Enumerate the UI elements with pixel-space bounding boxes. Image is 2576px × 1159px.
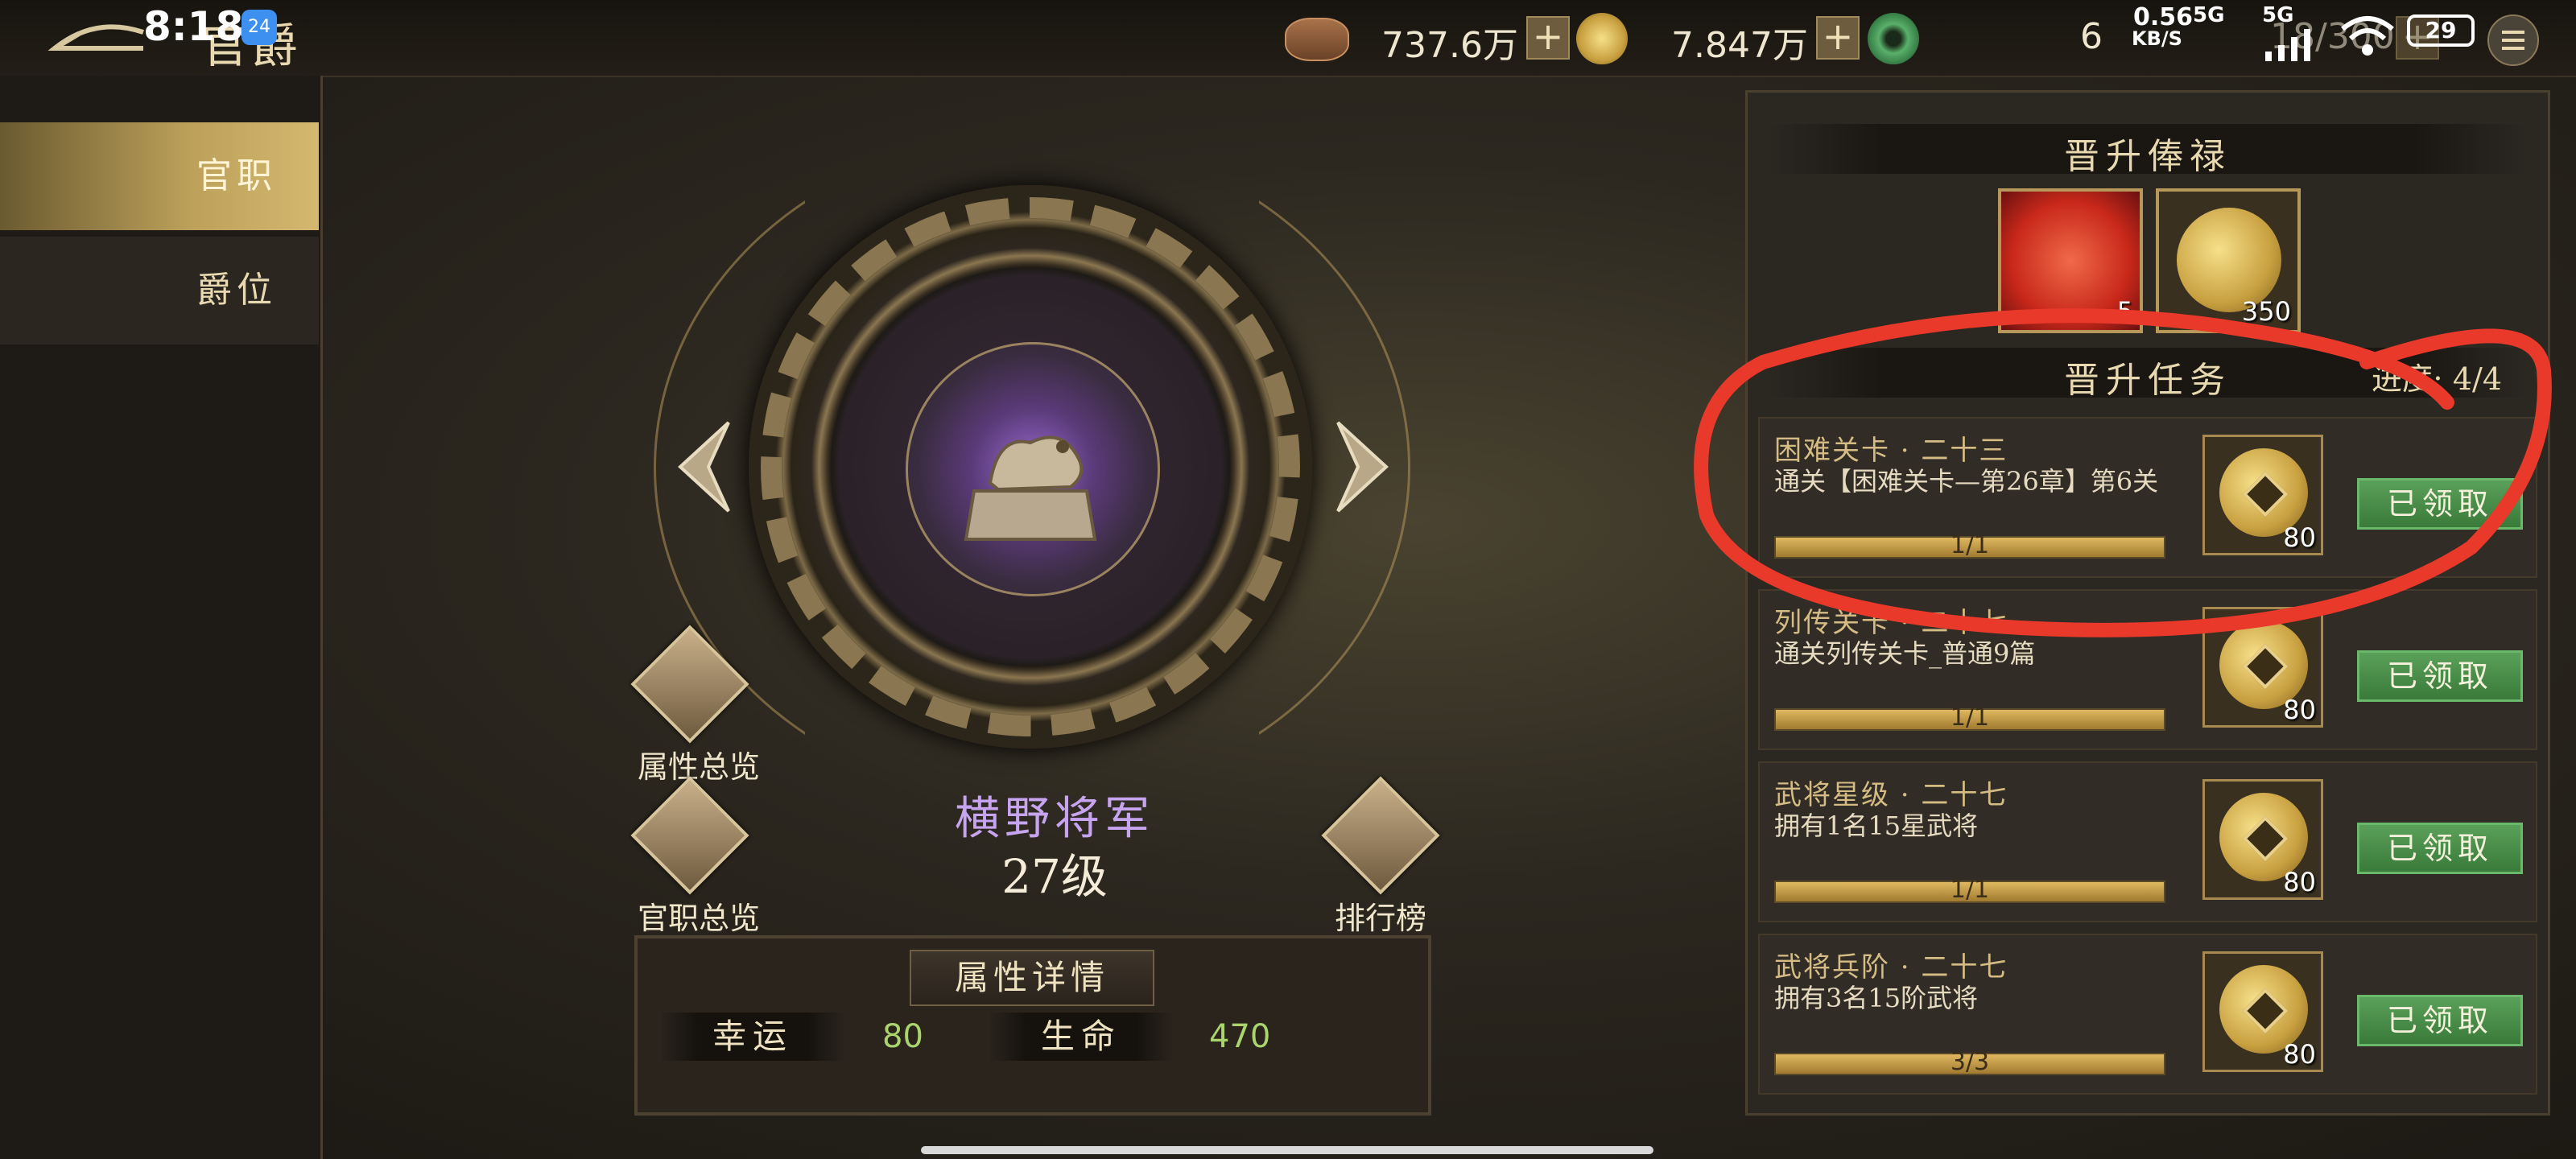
task-reward-slot[interactable]: 80 <box>2202 951 2323 1072</box>
rank-overview-label: 官职总览 <box>638 901 761 936</box>
sidebar: 官职 爵位 <box>0 76 323 1159</box>
salary-title: 晋升俸禄 <box>2064 136 2231 177</box>
task-progress-text: 1/1 <box>1950 876 1990 904</box>
prev-rank-arrow[interactable] <box>672 419 737 515</box>
jade-icon <box>1868 13 1919 64</box>
attribute-overview-button[interactable]: 属性总览 <box>630 625 760 786</box>
task-progress-text: 1/1 <box>1950 703 1990 732</box>
battery-level: 29 <box>2425 17 2457 43</box>
add-copper-button[interactable]: + <box>1526 16 1570 60</box>
task-reward-qty: 80 <box>2283 695 2316 725</box>
menu-icon[interactable] <box>2487 14 2539 66</box>
leaderboard-button[interactable]: 排行榜 <box>1321 776 1440 938</box>
scroll-icon <box>630 625 749 744</box>
notification-badge: 24 <box>242 10 277 45</box>
claimed-button[interactable]: 已领取 <box>2357 823 2523 874</box>
add-gold-button[interactable]: + <box>1816 16 1860 60</box>
back-icon[interactable] <box>47 16 151 64</box>
task-item: 武将星级 · 二十七 拥有1名15星武将 1/1 80 已领取 <box>1758 761 2537 922</box>
red-annotation-scribble <box>1694 308 2552 637</box>
task-item: 武将兵阶 · 二十七 拥有3名15阶武将 3/3 80 已领取 <box>1758 934 2537 1095</box>
attr-label-hp: 生命 <box>989 1013 1174 1061</box>
rank-level: 27级 <box>1001 849 1108 904</box>
task-reward-slot[interactable]: 80 <box>2202 779 2323 900</box>
gold-coin-icon <box>1576 13 1628 64</box>
tab-official-post[interactable]: 官职 <box>0 122 319 230</box>
signal-5g-label: 5G <box>2193 3 2225 27</box>
attr-label-luck: 幸运 <box>660 1013 845 1061</box>
task-desc: 拥有3名15阶武将 <box>1774 983 1979 1013</box>
rank-overview-button[interactable]: 官职总览 <box>630 776 761 938</box>
status-time: 8:18 <box>143 3 244 50</box>
task-progress-text: 3/3 <box>1950 1048 1990 1076</box>
resource-value-copper: 737.6万 <box>1381 25 1518 66</box>
task-name: 武将兵阶 · 二十七 <box>1774 951 2008 984</box>
banner-icon <box>1321 776 1440 895</box>
task-name: 武将星级 · 二十七 <box>1774 779 2008 811</box>
copper-coins-icon <box>1285 18 1349 61</box>
home-indicator <box>921 1146 1653 1154</box>
resource-value-gold: 7.847万 <box>1671 25 1808 66</box>
tiger-seal-icon <box>964 435 1097 541</box>
signal-bars-icon <box>2265 29 2310 61</box>
resource-value-jade: 6 <box>2080 16 2103 57</box>
tab-noble-title[interactable]: 爵位 <box>0 237 319 344</box>
next-rank-arrow[interactable] <box>1330 419 1394 515</box>
network-speed-unit: KB/S <box>2132 27 2182 50</box>
attr-value-luck: 80 <box>882 1018 923 1055</box>
attribute-details-title: 属性详情 <box>910 950 1154 1006</box>
leaderboard-label: 排行榜 <box>1334 901 1426 936</box>
task-desc: 拥有1名15星武将 <box>1774 810 1979 841</box>
task-reward-qty: 80 <box>2283 1039 2316 1070</box>
task-reward-qty: 80 <box>2283 867 2316 897</box>
seal-icon <box>630 776 749 895</box>
attr-value-hp: 470 <box>1209 1018 1271 1055</box>
battery-icon: 29 <box>2407 14 2475 47</box>
rank-name: 横野将军 <box>955 793 1154 845</box>
claimed-button[interactable]: 已领取 <box>2357 995 2523 1046</box>
wifi-icon <box>2341 16 2394 56</box>
